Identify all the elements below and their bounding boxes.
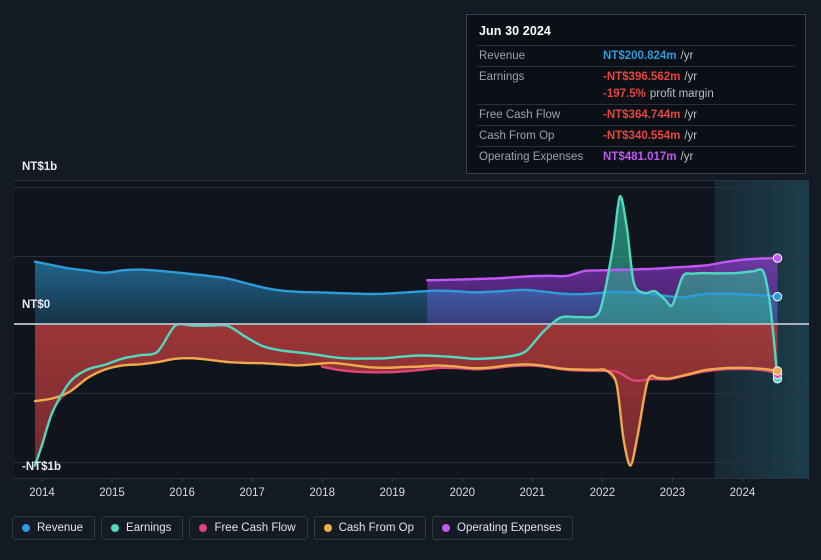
tooltip-row-label: Revenue bbox=[479, 50, 526, 62]
tooltip-row-label: Free Cash Flow bbox=[479, 109, 561, 121]
x-axis-tick-label: 2022 bbox=[590, 487, 616, 499]
x-axis-ticks: 2014 2015 2016 2017 2018 2019 2020 2021 2022 2023… bbox=[29, 478, 756, 499]
tooltip-rows: Revenue NT$200.824m/yr Earnings -NT$396.562… bbox=[477, 45, 795, 167]
legend-item-label: Revenue bbox=[37, 522, 84, 534]
legend-item-free-cash-flow[interactable]: Free Cash Flow bbox=[189, 516, 308, 540]
legend-item-revenue[interactable]: Revenue bbox=[12, 516, 96, 540]
tooltip-row-value: -NT$340.554m bbox=[603, 130, 681, 142]
x-axis-tick-label: 2019 bbox=[379, 487, 405, 499]
legend-color-dot bbox=[442, 524, 451, 532]
x-axis-tick-label: 2023 bbox=[660, 487, 686, 499]
legend-item-label: Operating Expenses bbox=[457, 522, 562, 534]
x-axis-tick-label: 2016 bbox=[169, 487, 195, 499]
tooltip-row-unit: /yr bbox=[684, 109, 698, 121]
tooltip-row: Earnings -NT$396.562m/yr bbox=[477, 66, 795, 87]
tooltip-row-label: Cash From Op bbox=[479, 130, 555, 142]
x-axis-tick-label: 2017 bbox=[239, 487, 265, 499]
tooltip-row: Free Cash Flow -NT$364.744m/yr bbox=[477, 104, 795, 125]
tooltip-row-unit: /yr bbox=[680, 50, 694, 62]
legend-color-dot bbox=[199, 524, 208, 532]
y-axis-label-bottom: -NT$1b bbox=[22, 461, 61, 473]
legend-color-dot bbox=[111, 524, 120, 532]
tooltip-row-unit: /yr bbox=[680, 151, 694, 163]
legend-item-cash-from-op[interactable]: Cash From Op bbox=[313, 516, 427, 540]
legend-item-label: Earnings bbox=[126, 522, 172, 534]
tooltip-row: Operating Expenses NT$481.017m/yr bbox=[477, 146, 795, 167]
tooltip-row: Cash From Op -NT$340.554m/yr bbox=[477, 125, 795, 146]
x-axis-tick-label: 2015 bbox=[99, 487, 125, 499]
x-axis-tick-label: 2014 bbox=[29, 487, 55, 499]
legend-color-dot bbox=[323, 524, 332, 532]
tooltip-row-label: Earnings bbox=[479, 71, 525, 83]
tooltip-row-value: NT$481.017m bbox=[603, 151, 677, 163]
tooltip-row-unit: /yr bbox=[684, 71, 698, 83]
legend-color-dot bbox=[22, 524, 30, 532]
x-axis-tick-label: 2018 bbox=[309, 487, 335, 499]
x-axis-tick-label: 2021 bbox=[520, 487, 546, 499]
x-axis-tick-label: 2024 bbox=[730, 487, 756, 499]
tooltip-row-value: -NT$364.744m bbox=[603, 109, 681, 121]
tooltip-row-value: NT$200.824m bbox=[603, 50, 677, 62]
legend-item-label: Cash From Op bbox=[338, 522, 415, 534]
y-axis-label-top: NT$1b bbox=[22, 161, 57, 173]
chart-tooltip: Jun 30 2024 Revenue NT$200.824m/yr Earning… bbox=[466, 14, 806, 174]
tooltip-row-unit: /yr bbox=[684, 130, 698, 142]
tooltip-row: -197.5% profit margin bbox=[477, 87, 795, 104]
tooltip-row: Revenue NT$200.824m/yr bbox=[477, 45, 795, 66]
x-axis-tick-label: 2020 bbox=[449, 487, 475, 499]
y-axis-label-zero: NT$0 bbox=[22, 299, 50, 311]
tooltip-row-unit: profit margin bbox=[649, 88, 714, 100]
tooltip-row-label: Operating Expenses bbox=[479, 151, 584, 163]
legend-item-label: Free Cash Flow bbox=[214, 522, 296, 534]
legend-item-earnings[interactable]: Earnings bbox=[101, 516, 184, 540]
tooltip-row-value: -NT$396.562m bbox=[603, 71, 681, 83]
tooltip-date: Jun 30 2024 bbox=[479, 24, 551, 38]
chart-legend[interactable]: Revenue Earnings Free Cash Flow Cash From O… bbox=[12, 516, 574, 540]
tooltip-row-value: -197.5% bbox=[603, 88, 646, 100]
legend-item-operating-expenses[interactable]: Operating Expenses bbox=[432, 516, 574, 540]
